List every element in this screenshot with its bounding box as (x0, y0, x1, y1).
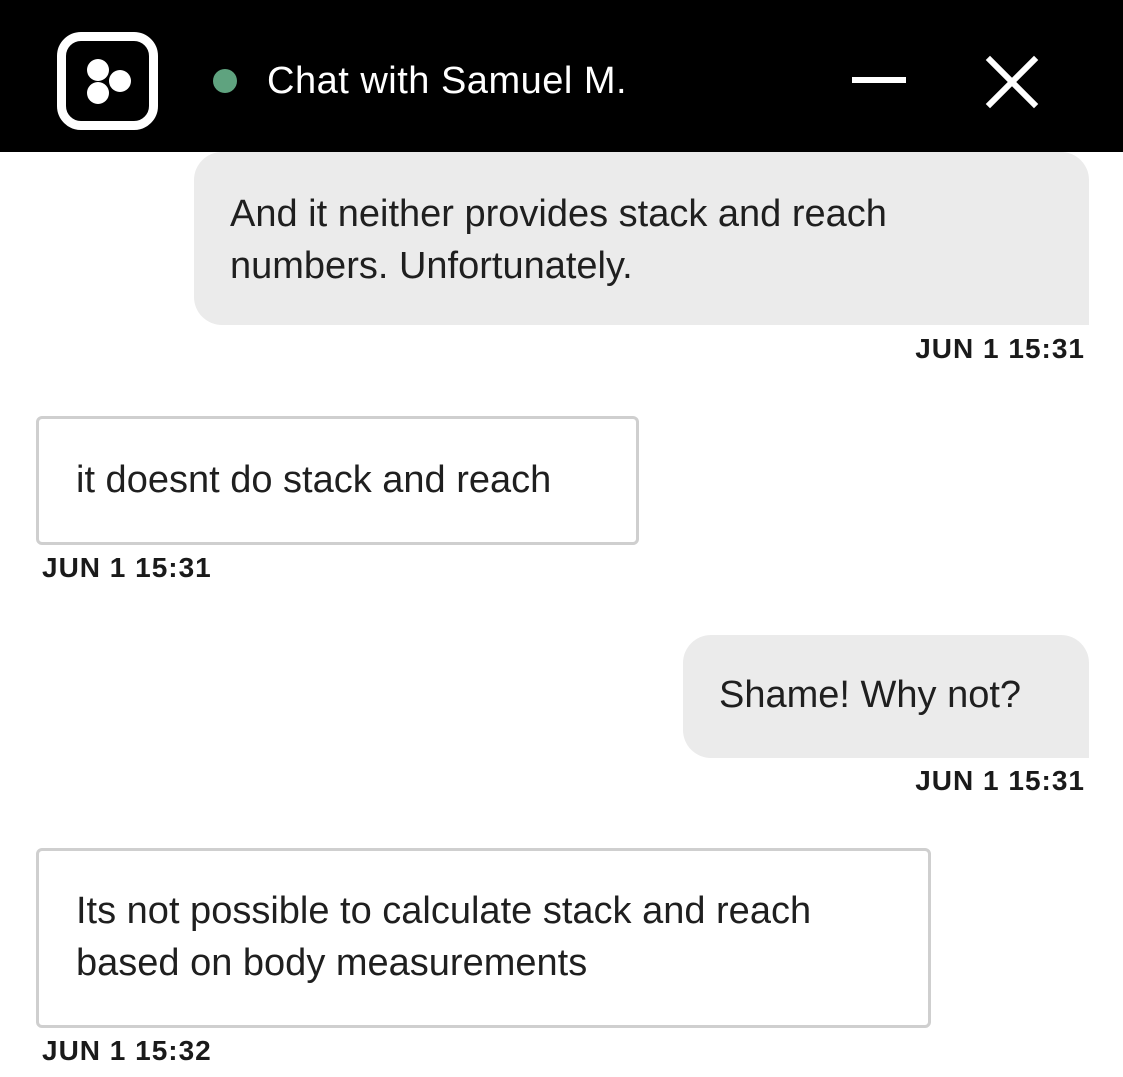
message-timestamp: JUN 1 15:31 (42, 552, 212, 583)
close-button[interactable] (982, 52, 1042, 112)
minimize-button[interactable] (846, 56, 912, 106)
online-status-indicator (213, 69, 237, 93)
outgoing-message-bubble: Shame! Why not? (683, 635, 1089, 758)
minimize-icon (852, 77, 906, 83)
message-timestamp: JUN 1 15:31 (915, 333, 1085, 364)
chat-title: Chat with Samuel M. (267, 60, 628, 102)
message-text: it doesnt do stack and reach (76, 459, 552, 501)
close-icon (985, 55, 1039, 109)
message-timestamp: JUN 1 15:31 (915, 765, 1085, 796)
chat-header: Chat with Samuel M. (0, 0, 1123, 152)
message-text: Its not possible to calculate stack and … (76, 890, 812, 984)
incoming-message-bubble: it doesnt do stack and reach (36, 416, 639, 545)
message-timestamp: JUN 1 15:32 (42, 1035, 212, 1066)
outgoing-message-bubble: And it neither provides stack and reach … (194, 152, 1089, 325)
message-text: And it neither provides stack and reach … (230, 193, 887, 287)
message-text: Shame! Why not? (719, 674, 1022, 716)
chat-logo-icon (57, 32, 158, 130)
incoming-message-bubble: Its not possible to calculate stack and … (36, 848, 931, 1028)
